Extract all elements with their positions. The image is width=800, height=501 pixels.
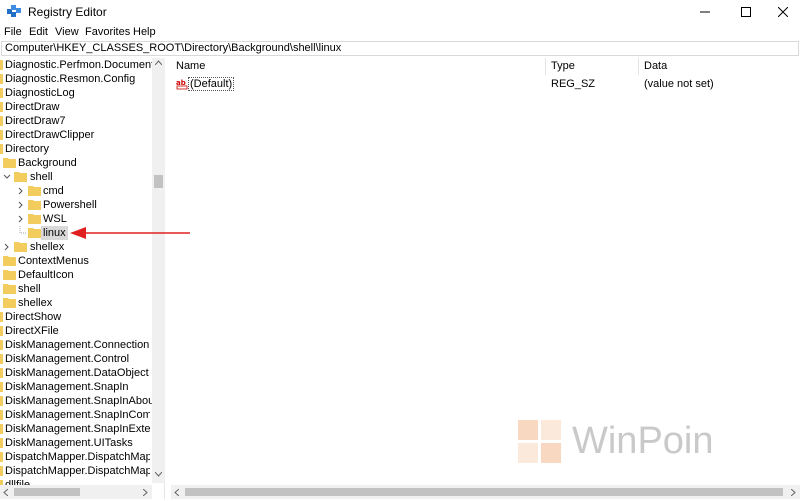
folder-icon: [3, 298, 16, 308]
column-header-data[interactable]: Data: [639, 58, 800, 75]
title-bar: Registry Editor: [0, 0, 800, 24]
tree-item[interactable]: DispatchMapper.DispatchMapper: [0, 450, 150, 464]
folder-icon: [28, 228, 41, 238]
folder-icon: [28, 200, 41, 210]
tree-item[interactable]: DispatchMapper.DispatchMapper.1: [0, 464, 150, 478]
tree-item-wsl[interactable]: WSL: [0, 212, 150, 226]
close-icon: [778, 7, 788, 17]
watermark-logo: WinPoin: [518, 418, 748, 468]
column-header-name[interactable]: Name: [171, 58, 546, 75]
menu-view[interactable]: View: [55, 26, 79, 38]
maximize-icon: [741, 7, 751, 17]
menu-edit[interactable]: Edit: [29, 26, 48, 38]
tree-item[interactable]: dllfile: [0, 478, 150, 485]
tree-item[interactable]: Diagnostic.Resmon.Config: [0, 72, 150, 86]
tree-item[interactable]: DirectDraw: [0, 100, 150, 114]
scrollbar-thumb[interactable]: [14, 488, 80, 496]
registry-editor-app-icon: [7, 5, 21, 17]
menu-bar: File Edit View Favorites Help: [0, 24, 800, 41]
value-name: (Default): [188, 77, 235, 91]
chevron-right-icon[interactable]: [17, 214, 25, 224]
value-type: REG_SZ: [551, 78, 596, 90]
values-horizontal-scrollbar[interactable]: [171, 485, 800, 499]
tree-item[interactable]: DirectDraw7: [0, 114, 150, 128]
tree-item[interactable]: DiagnosticLog: [0, 86, 150, 100]
watermark-text: WinPoin: [572, 420, 714, 462]
value-row[interactable]: ab (Default) REG_SZ (value not set): [171, 77, 800, 91]
scroll-left-icon[interactable]: [3, 489, 8, 496]
tree-item-cmd[interactable]: cmd: [0, 184, 150, 198]
values-pane[interactable]: Name Type Data ab (Default) REG_SZ (valu…: [171, 58, 800, 499]
tree-item-shellex-2[interactable]: shellex: [0, 296, 150, 310]
tree-item[interactable]: DirectXFile: [0, 324, 150, 338]
value-data: (value not set): [644, 78, 714, 90]
tree-item[interactable]: DiskManagement.SnapInComponer: [0, 408, 150, 422]
windows-logo-icon: [518, 420, 561, 463]
tree-item-directory[interactable]: Directory: [0, 142, 150, 156]
maximize-button[interactable]: [729, 0, 763, 24]
folder-icon: [14, 172, 27, 182]
tree-item[interactable]: DiskManagement.SnapInExtension: [0, 422, 150, 436]
scrollbar-thumb[interactable]: [154, 175, 163, 188]
folder-icon: [14, 242, 27, 252]
scroll-left-icon[interactable]: [174, 489, 179, 496]
menu-help[interactable]: Help: [133, 26, 156, 38]
tree-item[interactable]: DiskManagement.Connection: [0, 338, 150, 352]
close-button[interactable]: [766, 0, 800, 24]
folder-icon: [3, 256, 16, 266]
tree-item-shell-2[interactable]: shell: [0, 282, 150, 296]
key-tree-pane[interactable]: Diagnostic.Perfmon.Document Diagnostic.R…: [0, 58, 165, 499]
tree-item-powershell[interactable]: Powershell: [0, 198, 150, 212]
scroll-up-icon[interactable]: [155, 60, 162, 65]
tree-item[interactable]: DiskManagement.SnapInAbout: [0, 394, 157, 408]
folder-icon: [28, 186, 41, 196]
tree-item-background[interactable]: Background: [0, 156, 150, 170]
tree-vertical-scrollbar[interactable]: [152, 58, 165, 483]
chevron-right-icon[interactable]: [17, 200, 25, 210]
chevron-right-icon[interactable]: [17, 186, 25, 196]
ab-string-icon: ab: [176, 79, 188, 90]
menu-favorites[interactable]: Favorites: [85, 26, 130, 38]
chevron-right-icon[interactable]: [3, 242, 11, 252]
tree-item-defaulticon[interactable]: DefaultIcon: [0, 268, 150, 282]
window-title: Registry Editor: [28, 5, 107, 19]
folder-icon: [28, 214, 41, 224]
tree-item-shellex[interactable]: shellex: [0, 240, 150, 254]
chevron-down-icon[interactable]: [3, 172, 11, 182]
minimize-button[interactable]: [688, 0, 722, 24]
tree-item-shell[interactable]: shell: [0, 170, 150, 184]
address-bar[interactable]: Computer\HKEY_CLASSES_ROOT\Directory\Bac…: [1, 41, 799, 56]
column-header-type[interactable]: Type: [546, 58, 639, 75]
tree-item[interactable]: DiskManagement.UITasks: [0, 436, 150, 450]
tree-item[interactable]: Diagnostic.Perfmon.Document: [0, 58, 154, 72]
minimize-icon: [700, 11, 710, 13]
folder-icon: [3, 284, 16, 294]
tree-item[interactable]: DiskManagement.Control: [0, 352, 150, 366]
tree-horizontal-scrollbar[interactable]: [0, 485, 152, 499]
scroll-right-icon[interactable]: [143, 489, 148, 496]
tree-item[interactable]: DiskManagement.DataObject: [0, 366, 150, 380]
tree-item-contextmenus[interactable]: ContextMenus: [0, 254, 150, 268]
folder-icon: [3, 270, 16, 280]
tree-connector-line: [19, 226, 27, 234]
scroll-down-icon[interactable]: [155, 472, 162, 477]
tree-item[interactable]: DiskManagement.SnapIn: [0, 380, 150, 394]
menu-file[interactable]: File: [4, 26, 22, 38]
tree-item[interactable]: DirectDrawClipper: [0, 128, 150, 142]
tree-item[interactable]: DirectShow: [0, 310, 150, 324]
scrollbar-thumb[interactable]: [185, 488, 783, 496]
folder-icon: [3, 158, 16, 168]
scroll-right-icon[interactable]: [791, 489, 796, 496]
